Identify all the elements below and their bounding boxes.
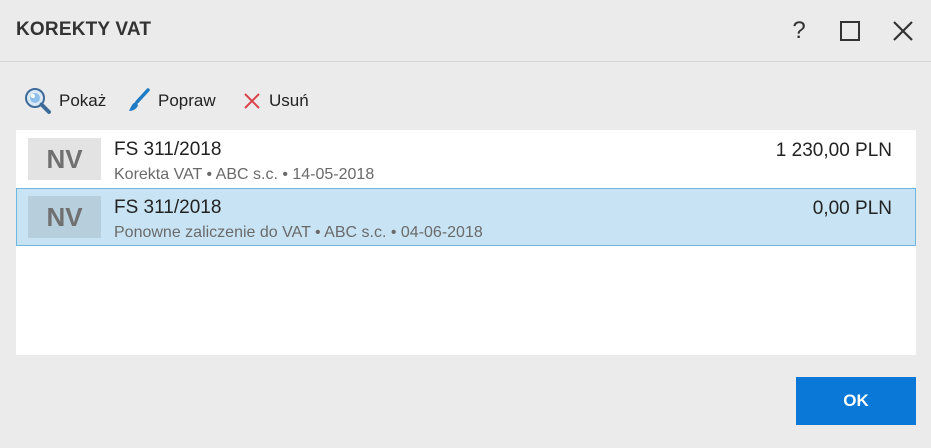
maximize-button[interactable] — [833, 14, 867, 48]
help-button[interactable]: ? — [782, 14, 816, 48]
document-amount: 0,00 PLN — [812, 198, 892, 219]
close-button[interactable] — [886, 14, 920, 48]
corrections-list: NV FS 311/2018 Korekta VAT • ABC s.c. • … — [16, 130, 916, 355]
dialog-title: KOREKTY VAT — [16, 19, 152, 40]
magnifier-icon — [25, 88, 51, 114]
close-icon — [893, 21, 913, 41]
document-amount: 1 230,00 PLN — [775, 140, 892, 161]
document-type-badge: NV — [28, 138, 101, 180]
fix-button[interactable]: Popraw — [126, 86, 216, 116]
document-type-badge: NV — [28, 196, 101, 238]
brush-icon — [129, 88, 150, 111]
show-button[interactable]: Pokaż — [23, 86, 106, 116]
list-item-selected[interactable]: NV FS 311/2018 Ponowne zaliczenie do VAT… — [16, 188, 916, 246]
document-description: Ponowne zaliczenie do VAT • ABC s.c. • 0… — [114, 224, 483, 241]
toolbar: Pokaż Popraw Usuń — [0, 86, 931, 116]
ok-button[interactable]: OK — [796, 377, 916, 425]
title-bar: KOREKTY VAT ? — [0, 0, 931, 62]
delete-x-icon — [244, 93, 260, 109]
list-item[interactable]: NV FS 311/2018 Korekta VAT • ABC s.c. • … — [16, 130, 916, 188]
document-number: FS 311/2018 — [114, 197, 222, 218]
delete-label: Usuń — [269, 91, 309, 110]
document-number: FS 311/2018 — [114, 139, 222, 160]
delete-button[interactable]: Usuń — [241, 86, 309, 116]
maximize-icon — [840, 21, 860, 41]
document-description: Korekta VAT • ABC s.c. • 14-05-2018 — [114, 166, 375, 183]
fix-label: Popraw — [158, 91, 216, 110]
show-label: Pokaż — [59, 91, 107, 110]
